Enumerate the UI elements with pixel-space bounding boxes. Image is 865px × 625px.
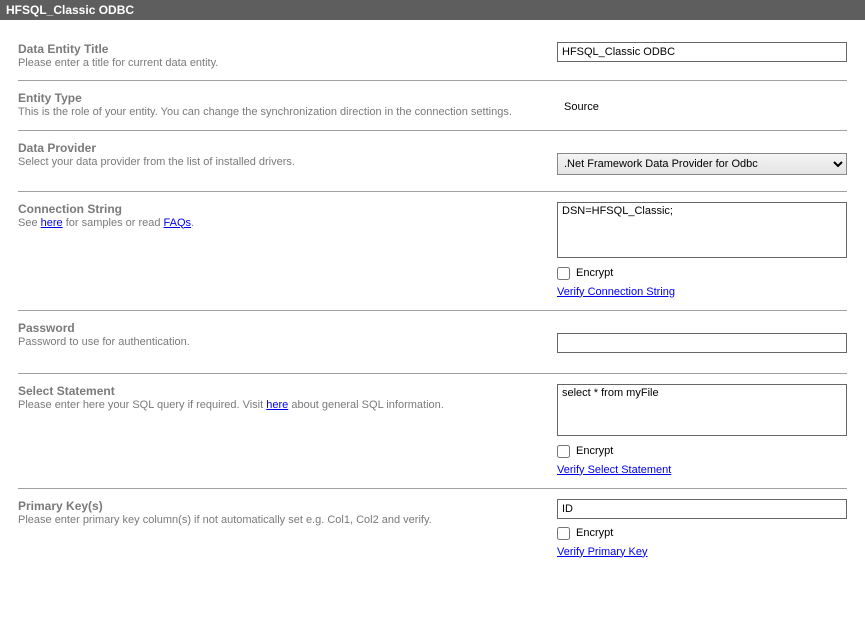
link-conn-here[interactable]: here xyxy=(41,217,63,229)
desc-connection-string: See here for samples or read FAQs. xyxy=(18,216,537,230)
textarea-connection-string[interactable]: DSN=HFSQL_Classic; xyxy=(557,202,847,258)
section-password: Password Password to use for authenticat… xyxy=(18,311,847,374)
label-password: Password xyxy=(18,321,537,335)
select-data-provider[interactable]: .Net Framework Data Provider for Odbc xyxy=(557,153,847,175)
checkbox-pk-encrypt[interactable] xyxy=(557,527,570,540)
section-entity-type: Entity Type This is the role of your ent… xyxy=(18,81,847,130)
desc-primary-key: Please enter primary key column(s) if no… xyxy=(18,513,537,527)
label-select-encrypt: Encrypt xyxy=(576,445,613,457)
label-entity-type: Entity Type xyxy=(18,91,538,105)
checkbox-select-encrypt[interactable] xyxy=(557,445,570,458)
link-verify-select-statement[interactable]: Verify Select Statement xyxy=(557,464,671,476)
link-select-here[interactable]: here xyxy=(266,399,288,411)
link-conn-faqs[interactable]: FAQs xyxy=(164,217,192,229)
input-data-entity-title[interactable] xyxy=(557,42,847,62)
label-select-statement: Select Statement xyxy=(18,384,537,398)
label-data-provider: Data Provider xyxy=(18,141,537,155)
section-data-provider: Data Provider Select your data provider … xyxy=(18,131,847,192)
checkbox-conn-encrypt[interactable] xyxy=(557,267,570,280)
input-password[interactable] xyxy=(557,333,847,353)
desc-select-statement: Please enter here your SQL query if requ… xyxy=(18,398,537,412)
label-primary-key: Primary Key(s) xyxy=(18,499,537,513)
section-data-entity-title: Data Entity Title Please enter a title f… xyxy=(18,32,847,81)
desc-password: Password to use for authentication. xyxy=(18,335,537,349)
window-title: HFSQL_Classic ODBC xyxy=(6,3,134,17)
window-titlebar: HFSQL_Classic ODBC xyxy=(0,0,865,20)
input-primary-key[interactable] xyxy=(557,499,847,519)
link-verify-primary-key[interactable]: Verify Primary Key xyxy=(557,546,647,558)
section-select-statement: Select Statement Please enter here your … xyxy=(18,374,847,489)
value-entity-type: Source xyxy=(558,91,847,113)
label-pk-encrypt: Encrypt xyxy=(576,527,613,539)
desc-data-entity-title: Please enter a title for current data en… xyxy=(18,56,537,70)
section-primary-key: Primary Key(s) Please enter primary key … xyxy=(18,489,847,568)
content-area: Data Entity Title Please enter a title f… xyxy=(0,20,865,568)
section-connection-string: Connection String See here for samples o… xyxy=(18,192,847,311)
label-conn-encrypt: Encrypt xyxy=(576,267,613,279)
link-verify-connection-string[interactable]: Verify Connection String xyxy=(557,286,675,298)
textarea-select-statement[interactable]: select * from myFile xyxy=(557,384,847,436)
desc-entity-type: This is the role of your entity. You can… xyxy=(18,105,538,119)
label-data-entity-title: Data Entity Title xyxy=(18,42,537,56)
label-connection-string: Connection String xyxy=(18,202,537,216)
desc-data-provider: Select your data provider from the list … xyxy=(18,155,537,169)
